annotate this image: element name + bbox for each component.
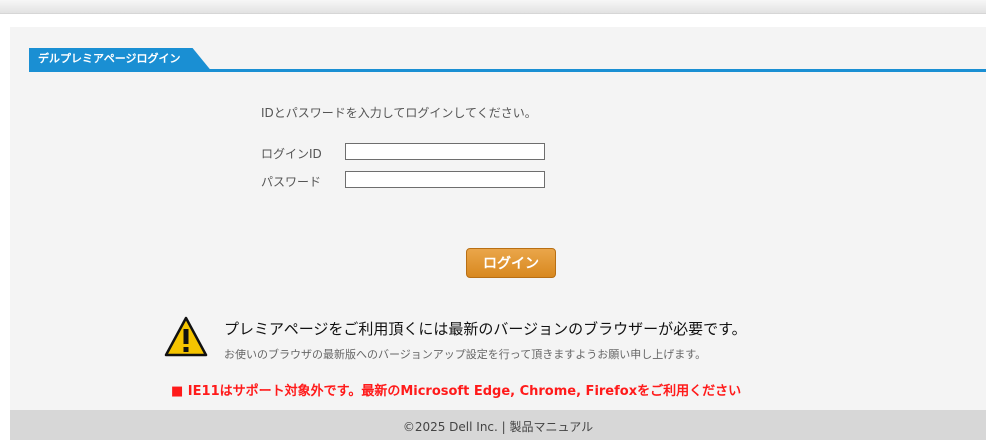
browser-notice-subtitle: お使いのブラウザの最新版へのバージョンアップ設定を行って頂きますようお願い申し上… (224, 348, 707, 361)
footer: ©2025 Dell Inc. | 製品マニュアル (10, 410, 986, 440)
footer-text: ©2025 Dell Inc. | 製品マニュアル (10, 418, 986, 435)
product-manual-link[interactable]: 製品マニュアル (510, 420, 594, 434)
tab-underline (29, 69, 986, 72)
login-button[interactable]: ログイン (466, 248, 556, 278)
login-instruction: IDとパスワードを入力してログインしてください。 (261, 106, 537, 120)
login-id-input[interactable] (345, 143, 545, 160)
password-label: パスワード (261, 175, 322, 189)
copyright-text: ©2025 Dell Inc. | (402, 420, 510, 434)
top-bar (0, 0, 986, 14)
login-id-label: ログインID (261, 147, 322, 161)
password-input[interactable] (345, 171, 545, 188)
ie11-warning: ■ IE11はサポート対象外です。最新のMicrosoft Edge, Chro… (171, 384, 742, 399)
warning-triangle-icon (164, 316, 208, 357)
browser-notice-title: プレミアページをご利用頂くには最新のバージョンのブラウザーが必要です。 (224, 320, 747, 338)
login-tab-title: デルプレミアページログイン (29, 48, 211, 70)
